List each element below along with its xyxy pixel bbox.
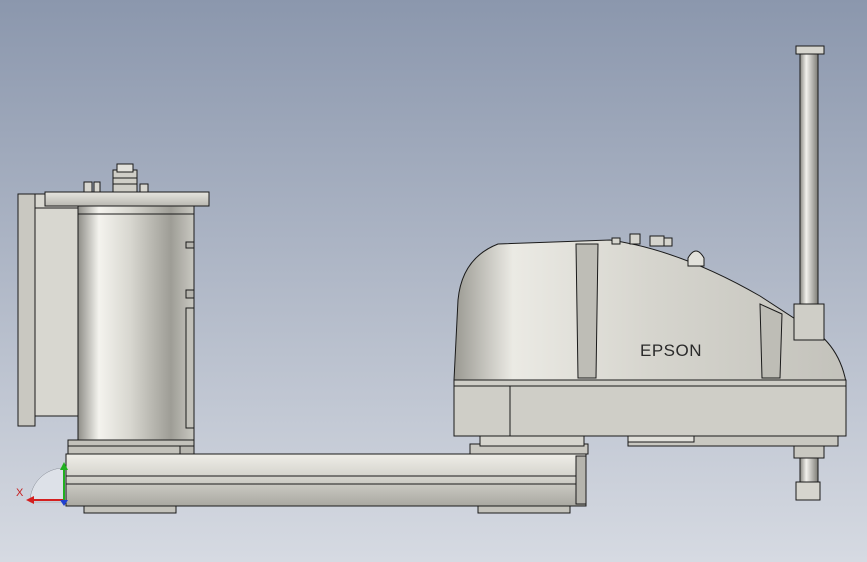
- side-cover-panel: [17, 193, 36, 427]
- arm-link-1[interactable]: [65, 453, 587, 514]
- top-mount-plate: [44, 191, 210, 207]
- joint-2: [469, 435, 589, 455]
- base-column[interactable]: [17, 163, 210, 455]
- x-axis-label: X: [16, 487, 24, 499]
- robot-model-view[interactable]: EPSON X: [0, 0, 867, 562]
- cad-viewport[interactable]: EPSON X: [0, 0, 867, 562]
- motor-cylinder: [77, 205, 195, 445]
- brand-label: EPSON: [640, 341, 702, 360]
